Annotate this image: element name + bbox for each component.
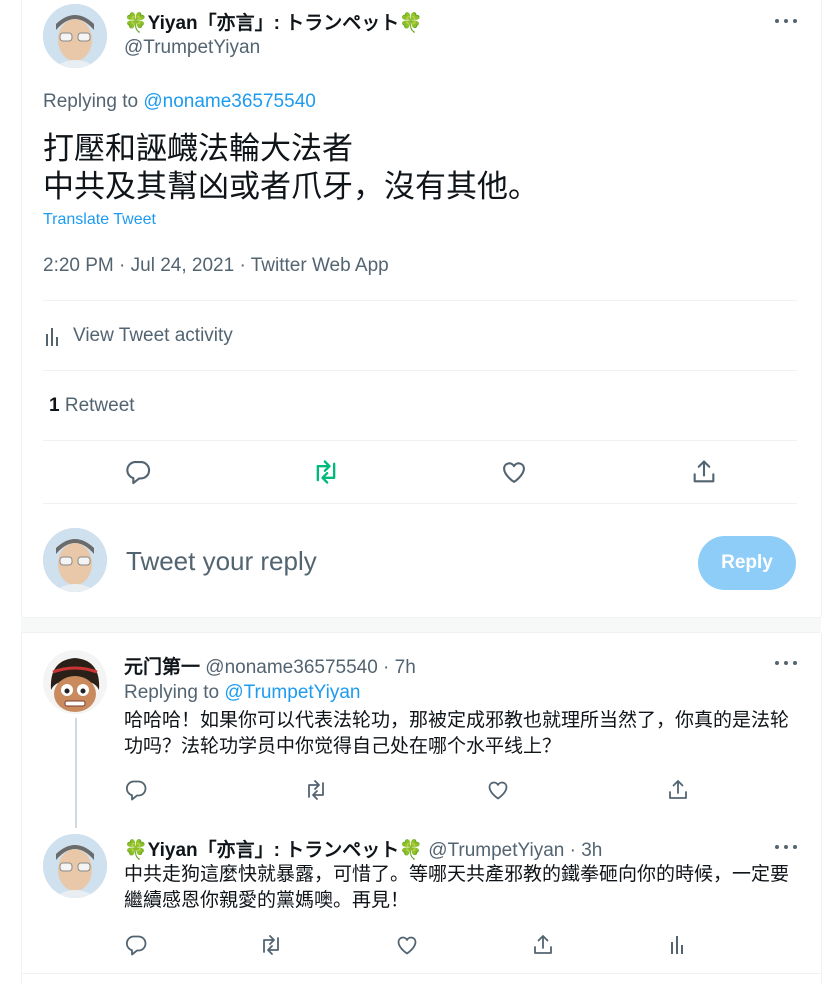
tweet-text-line: 打壓和誣衊法輪大法者 <box>43 131 353 166</box>
retweet-icon[interactable] <box>311 458 341 486</box>
retweet-stat-label: Retweet <box>64 395 135 416</box>
divider <box>21 973 821 974</box>
reply-handle-time[interactable]: @noname36575540 · 7h <box>205 657 416 678</box>
tweet-timestamp[interactable]: 2:20 PM · Jul 24, 2021 · Twitter Web App <box>43 255 389 277</box>
author-handle[interactable]: @TrumpetYiyan <box>124 37 260 59</box>
author-name[interactable]: 🍀Yiyan「亦言」: トランペット🍀 <box>124 8 423 35</box>
translate-tweet-link[interactable]: Translate Tweet <box>43 211 156 229</box>
divider <box>43 503 797 504</box>
like-icon[interactable] <box>486 778 510 802</box>
more-icon[interactable] <box>775 659 797 667</box>
author-avatar[interactable] <box>43 4 107 68</box>
reply-text: 哈哈哈！如果你可以代表法轮功，那被定成邪教也就理所当然了，你真的是法轮功吗？法轮… <box>124 710 790 757</box>
reply-input[interactable]: Tweet your reply <box>126 546 317 577</box>
reply-icon[interactable] <box>124 458 152 486</box>
replying-to-handle[interactable]: @noname36575540 <box>143 91 315 112</box>
share-icon[interactable] <box>689 458 719 486</box>
reply-header: 🍀Yiyan「亦言」: トランペット🍀 @TrumpetYiyan · 3h <box>124 835 602 862</box>
reply-handle-time[interactable]: @TrumpetYiyan · 3h <box>428 840 602 861</box>
divider <box>43 370 797 371</box>
retweet-icon[interactable] <box>303 778 329 802</box>
thread-line <box>75 718 77 828</box>
analytics-icon[interactable] <box>668 933 686 955</box>
tweet-text-line: 中共及其幫凶或者爪牙，沒有其他。 <box>43 169 539 204</box>
analytics-icon <box>43 326 61 346</box>
replying-to-label: Replying to <box>124 682 220 703</box>
tweet-text: 打壓和誣衊法輪大法者 中共及其幫凶或者爪牙，沒有其他。 <box>43 130 539 206</box>
divider <box>43 440 797 441</box>
retweet-stat[interactable]: 1 Retweet <box>49 395 135 417</box>
share-icon[interactable] <box>530 933 556 957</box>
reply-avatar[interactable] <box>43 834 107 898</box>
replying-to-handle[interactable]: @TrumpetYiyan <box>224 682 360 703</box>
reply-icon[interactable] <box>124 933 148 957</box>
view-tweet-activity[interactable]: View Tweet activity <box>43 318 233 354</box>
replying-to-line: Replying to @noname36575540 <box>43 91 316 113</box>
reply-author-name[interactable]: 🍀Yiyan「亦言」: トランペット🍀 <box>124 840 423 861</box>
view-tweet-activity-label: View Tweet activity <box>73 325 233 346</box>
compose-avatar <box>43 528 107 592</box>
retweet-icon[interactable] <box>258 933 284 957</box>
reply-button[interactable]: Reply <box>698 536 796 590</box>
reply-text: 中共走狗這麼快就暴露，可惜了。等哪天共產邪教的鐵拳砸向你的時候，一定要繼續感恩你… <box>124 864 790 911</box>
section-separator <box>21 617 821 633</box>
divider <box>43 300 797 301</box>
like-icon[interactable] <box>395 933 419 957</box>
reply-author-name[interactable]: 元门第一 <box>124 657 200 678</box>
more-icon[interactable] <box>775 17 797 25</box>
share-icon[interactable] <box>665 778 691 802</box>
more-icon[interactable] <box>775 843 797 851</box>
reply-icon[interactable] <box>124 778 148 802</box>
retweet-count: 1 <box>49 395 60 416</box>
reply-avatar[interactable] <box>43 650 107 714</box>
like-icon[interactable] <box>500 458 528 486</box>
reply-header: 元门第一 @noname36575540 · 7h <box>124 652 416 679</box>
replying-to-label: Replying to <box>43 91 139 112</box>
reply-replying-to-line: Replying to @TrumpetYiyan <box>124 682 361 704</box>
